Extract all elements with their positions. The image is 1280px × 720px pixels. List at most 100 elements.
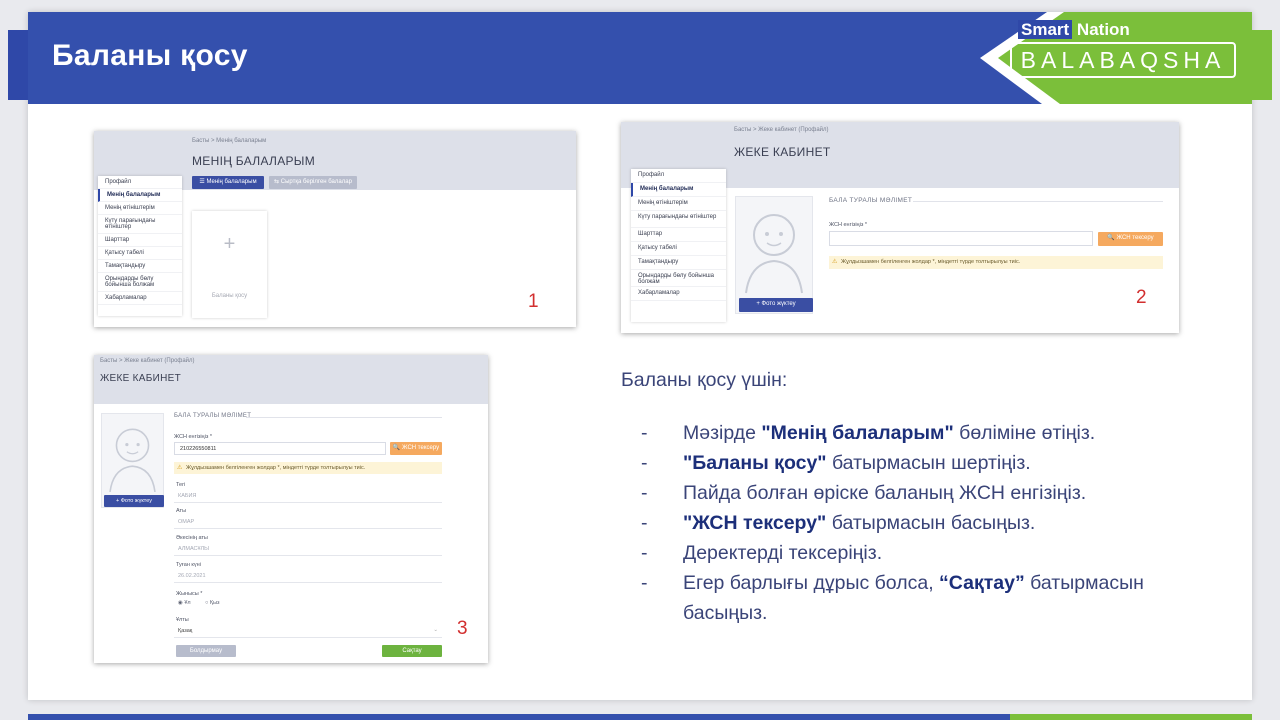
screenshot-my-children: Басты > Менің балаларым МЕНІҢ БАЛАЛАРЫМ … <box>94 131 576 327</box>
required-fields-warning-3: Жұлдызшамен белгіленген жолдар *, міндет… <box>174 462 442 474</box>
section-divider <box>913 201 1163 202</box>
step-text-pre: Пайда болған өріске баланың ЖСН енгізіңі… <box>683 482 1087 504</box>
gender-female-radio[interactable]: ○ Қыз <box>205 600 220 606</box>
instruction-step: - Егер барлығы дұрыс болса, “Сақтау” баты… <box>641 568 1201 628</box>
screenshot-child-form: Басты > Жеке кабинет (Профайл) ЖЕКЕ КАБИ… <box>94 355 488 663</box>
sidebar-item[interactable]: Қатысу табелі <box>631 242 726 256</box>
iin-check-button[interactable]: 🔍 ЖСН тексеру <box>1098 232 1163 246</box>
shot1-breadcrumb[interactable]: Басты > Менің балаларым <box>192 138 266 144</box>
sidebar-item[interactable]: Менің өтініштерім <box>631 197 726 211</box>
smartnation-logo: Smart Nation BALABAQSHA <box>1010 18 1238 80</box>
step-text-pre: Деректерді тексеріңіз. <box>683 542 883 564</box>
step-text-post: батырмасын басыңыз. <box>826 512 1036 534</box>
instruction-step: - Пайда болған өріске баланың ЖСН енгізің… <box>641 478 1201 508</box>
photo-upload-button[interactable]: + Фото жүктеу <box>739 298 813 312</box>
shot2-page-title: ЖЕКЕ КАБИНЕТ <box>734 145 831 159</box>
left-header-strip <box>8 30 28 100</box>
instruction-step: - Деректерді тексеріңіз. <box>641 538 1201 568</box>
sidebar-item[interactable]: Хабарламалар <box>98 292 182 305</box>
list-dash: - <box>641 572 648 594</box>
sidebar-item[interactable]: Тамақтандыру <box>631 256 726 270</box>
step-text-bold: "Баланы қосу" <box>683 452 827 474</box>
shot3-breadcrumb[interactable]: Басты > Жеке кабинет (Профайл) <box>100 358 195 364</box>
save-button[interactable]: Сақтау <box>382 645 442 657</box>
list-dash: - <box>641 422 648 444</box>
surname-label: Тегі <box>176 482 186 488</box>
step-text-post: батырмасын шертіңіз. <box>826 452 1031 474</box>
sidebar-item[interactable]: Менің балаларым <box>98 189 182 202</box>
birth-date-input[interactable]: 26.02.2021 <box>174 570 442 583</box>
archive-tab-button[interactable]: ⇆ Сыртқа берілген балалар <box>269 176 357 189</box>
child-photo-placeholder <box>735 196 813 314</box>
sidebar-item[interactable]: Қатысу табелі <box>98 247 182 260</box>
child-photo-placeholder-3 <box>101 413 164 508</box>
required-fields-warning: Жұлдызшамен белгіленген жолдар *, міндет… <box>829 256 1163 269</box>
list-dash: - <box>641 482 648 504</box>
iin-field-label: ЖСН енгізіңіз * <box>829 222 868 228</box>
shot2-sidebar: Профайл Менің балаларым Менің өтініштерім К… <box>631 169 726 322</box>
list-dash: - <box>641 452 648 474</box>
child-info-section-title-3: БАЛА ТУРАЛЫ МӘЛІМЕТ <box>174 413 252 419</box>
add-child-label: Баланы қосу <box>211 293 248 299</box>
logo-nation-text: Nation <box>1076 20 1130 39</box>
slide: Баланы қосу Smart Nation BALABAQSHA Баст… <box>0 0 1280 720</box>
footer-green-strip <box>1010 714 1252 720</box>
cancel-button[interactable]: Болдырмау <box>176 645 236 657</box>
list-dash: - <box>641 542 648 564</box>
surname-input[interactable]: КАБИЯ <box>174 490 442 503</box>
birth-date-label: Туған күні <box>176 562 201 568</box>
shot1-sidebar: Профайл Менің балаларым Менің өтініштерім К… <box>98 176 182 316</box>
child-avatar-icon-3 <box>109 428 156 493</box>
child-info-section-title: БАЛА ТУРАЛЫ МӘЛІМЕТ <box>829 197 913 204</box>
iin-input-3[interactable]: 210226550811 <box>174 442 386 455</box>
step-text-bold: "ЖСН тексеру" <box>683 512 827 534</box>
sidebar-item[interactable]: Шарттар <box>98 234 182 247</box>
sidebar-item[interactable]: Орындарды бөлу бойынша болжам <box>631 270 726 287</box>
plus-icon: + <box>223 233 236 255</box>
shot3-page-title: ЖЕКЕ КАБИНЕТ <box>100 373 182 384</box>
iin-input[interactable] <box>829 231 1093 246</box>
list-dash: - <box>641 512 648 534</box>
instructions-intro: Баланы қосу үшін: <box>621 369 788 391</box>
instruction-step: - "ЖСН тексеру" батырмасын басыңыз. <box>641 508 1201 538</box>
nationality-select[interactable]: Қазақ ⌄ <box>174 625 442 638</box>
name-input[interactable]: ОМАР <box>174 516 442 529</box>
photo-upload-button-3[interactable]: + Фото жүктеу <box>104 495 164 507</box>
step-number-3: 3 <box>457 618 468 639</box>
step-text-pre: Егер барлығы дұрыс болса, <box>683 572 940 594</box>
screenshot-iin-entry: Басты > Жеке кабинет (Профайл) ЖЕКЕ КАБИ… <box>621 122 1179 333</box>
add-child-card[interactable]: + Баланы қосу <box>192 211 267 318</box>
sidebar-item[interactable]: Күту парағындағы өтініштер <box>98 215 182 234</box>
sidebar-item[interactable]: Менің өтініштерім <box>98 202 182 215</box>
sidebar-item[interactable]: Шарттар <box>631 228 726 242</box>
sidebar-item[interactable]: Профайл <box>631 169 726 183</box>
child-avatar-icon <box>745 214 803 294</box>
nationality-label: Ұлты <box>176 617 189 623</box>
step-number-2: 2 <box>1136 287 1147 308</box>
gender-male-radio[interactable]: ◉ Ұл <box>178 600 191 606</box>
sidebar-item[interactable]: Күту парағындағы өтініштер <box>631 211 726 228</box>
sidebar-item[interactable]: Орындарды бөлу бойынша болжам <box>98 273 182 292</box>
sidebar-item[interactable]: Профайл <box>98 176 182 189</box>
step-text-pre: Мәзірде <box>683 422 762 444</box>
section-divider-3 <box>246 417 442 418</box>
chevron-down-icon: ⌄ <box>433 627 438 633</box>
patronymic-input[interactable]: АЛМАСҰЛЫ <box>174 543 442 556</box>
name-label: Аты <box>176 508 187 514</box>
right-header-strip <box>1252 30 1272 100</box>
instructions-list: - Мәзірде "Менің балаларым" бөліміне өтің… <box>641 418 1201 628</box>
sidebar-item[interactable]: Хабарламалар <box>631 287 726 301</box>
sidebar-item[interactable]: Тамақтандыру <box>98 260 182 273</box>
my-children-tab-button[interactable]: ☰ Менің балаларым <box>192 176 264 189</box>
iin-check-button-3[interactable]: 🔍 ЖСН тексеру <box>390 442 442 455</box>
step-number-1: 1 <box>528 291 539 312</box>
slide-title: Баланы қосу <box>52 39 248 72</box>
logo-balabaqsha: BALABAQSHA <box>1010 42 1236 78</box>
shot1-page-title: МЕНІҢ БАЛАЛАРЫМ <box>192 154 316 168</box>
shot2-breadcrumb[interactable]: Басты > Жеке кабинет (Профайл) <box>734 127 829 133</box>
instruction-step: - "Баланы қосу" батырмасын шертіңіз. <box>641 448 1201 478</box>
instruction-step: - Мәзірде "Менің балаларым" бөліміне өтің… <box>641 418 1201 448</box>
patronymic-label: Әкесінің аты <box>176 535 208 541</box>
sidebar-item[interactable]: Менің балаларым <box>631 183 726 197</box>
gender-label: Жынысы * <box>176 591 203 597</box>
